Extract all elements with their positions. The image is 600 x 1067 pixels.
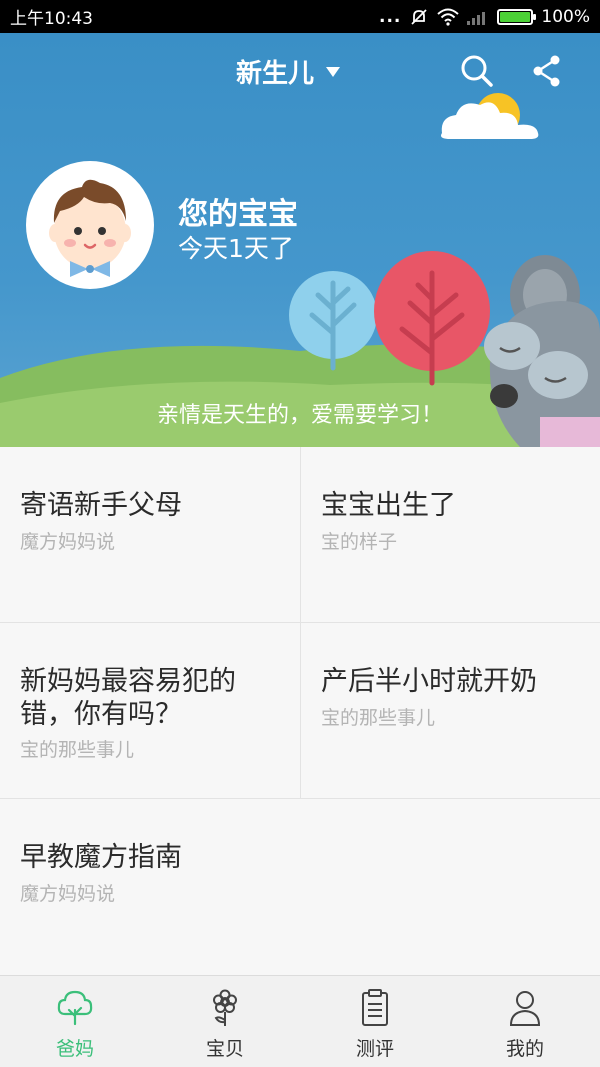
article-card[interactable]: 产后半小时就开奶 宝的那些事儿	[301, 623, 600, 799]
flower-icon	[205, 988, 245, 1028]
nav-label: 我的	[505, 1038, 544, 1060]
top-bar: 新生儿	[0, 33, 600, 109]
bottom-nav: 爸妈 宝贝 测评 我的	[0, 975, 600, 1067]
search-icon	[461, 55, 493, 87]
nav-label: 测评	[355, 1038, 394, 1060]
cell-signal-icon	[467, 11, 486, 25]
article-card[interactable]: 宝宝出生了 宝的样子	[301, 447, 600, 623]
article-subtitle: 宝的样子	[321, 531, 398, 553]
nav-item-me[interactable]: 我的	[450, 976, 600, 1067]
article-subtitle: 魔方妈妈说	[20, 531, 116, 553]
article-title: 新妈妈最容易犯的错，你有吗？	[20, 666, 236, 730]
article-card[interactable]: 早教魔方指南 魔方妈妈说	[0, 799, 600, 975]
baby-avatar[interactable]	[26, 161, 154, 289]
stage-selector[interactable]: 新生儿	[236, 53, 341, 90]
tree-icon	[55, 988, 95, 1028]
nav-label: 宝贝	[205, 1038, 244, 1060]
article-title: 产后半小时就开奶	[321, 666, 537, 697]
baby-face-icon	[49, 179, 131, 277]
article-card[interactable]: 寄语新手父母 魔方妈妈说	[0, 447, 301, 623]
article-title: 宝宝出生了	[321, 490, 456, 521]
share-button[interactable]	[527, 51, 567, 91]
clipboard-icon	[355, 988, 395, 1028]
nav-label: 爸妈	[55, 1038, 94, 1060]
battery-percent: 100%	[541, 6, 590, 27]
article-subtitle: 宝的那些事儿	[321, 707, 436, 729]
nav-item-assessment[interactable]: 测评	[300, 976, 450, 1067]
hero-slogan: 亲情是天生的，爱需要学习！	[156, 403, 443, 428]
nav-item-parents[interactable]: 爸妈	[0, 976, 150, 1067]
search-button[interactable]	[457, 51, 497, 91]
baby-age: 今天1天了	[178, 234, 294, 263]
stage-title: 新生儿	[236, 59, 315, 89]
article-title: 寄语新手父母	[20, 490, 182, 521]
article-title: 早教魔方指南	[20, 842, 182, 873]
signal-dots: ...	[379, 6, 402, 27]
article-card[interactable]: 新妈妈最容易犯的错，你有吗？ 宝的那些事儿	[0, 623, 301, 799]
article-subtitle: 宝的那些事儿	[20, 739, 135, 761]
status-icons: ... 100%	[379, 7, 590, 27]
hero-banner: 新生儿 您的宝宝 今天1天了 亲情是天生的，爱需要学习！	[0, 33, 600, 447]
mute-icon	[411, 8, 428, 25]
status-time: 上午10:43	[10, 9, 93, 29]
dropdown-caret-icon	[326, 66, 341, 77]
article-subtitle: 魔方妈妈说	[20, 883, 116, 905]
status-bar: 上午10:43 ... 100%	[0, 0, 600, 33]
share-icon	[533, 55, 560, 87]
battery-icon	[497, 8, 537, 25]
nav-item-baby[interactable]: 宝贝	[150, 976, 300, 1067]
baby-name[interactable]: 您的宝宝	[178, 189, 298, 233]
battery-fill	[500, 11, 531, 22]
article-grid: 寄语新手父母 魔方妈妈说 宝宝出生了 宝的样子 新妈妈最容易犯的错，你有吗？ 宝…	[0, 447, 600, 975]
wifi-icon	[437, 8, 460, 26]
person-icon	[505, 988, 545, 1028]
